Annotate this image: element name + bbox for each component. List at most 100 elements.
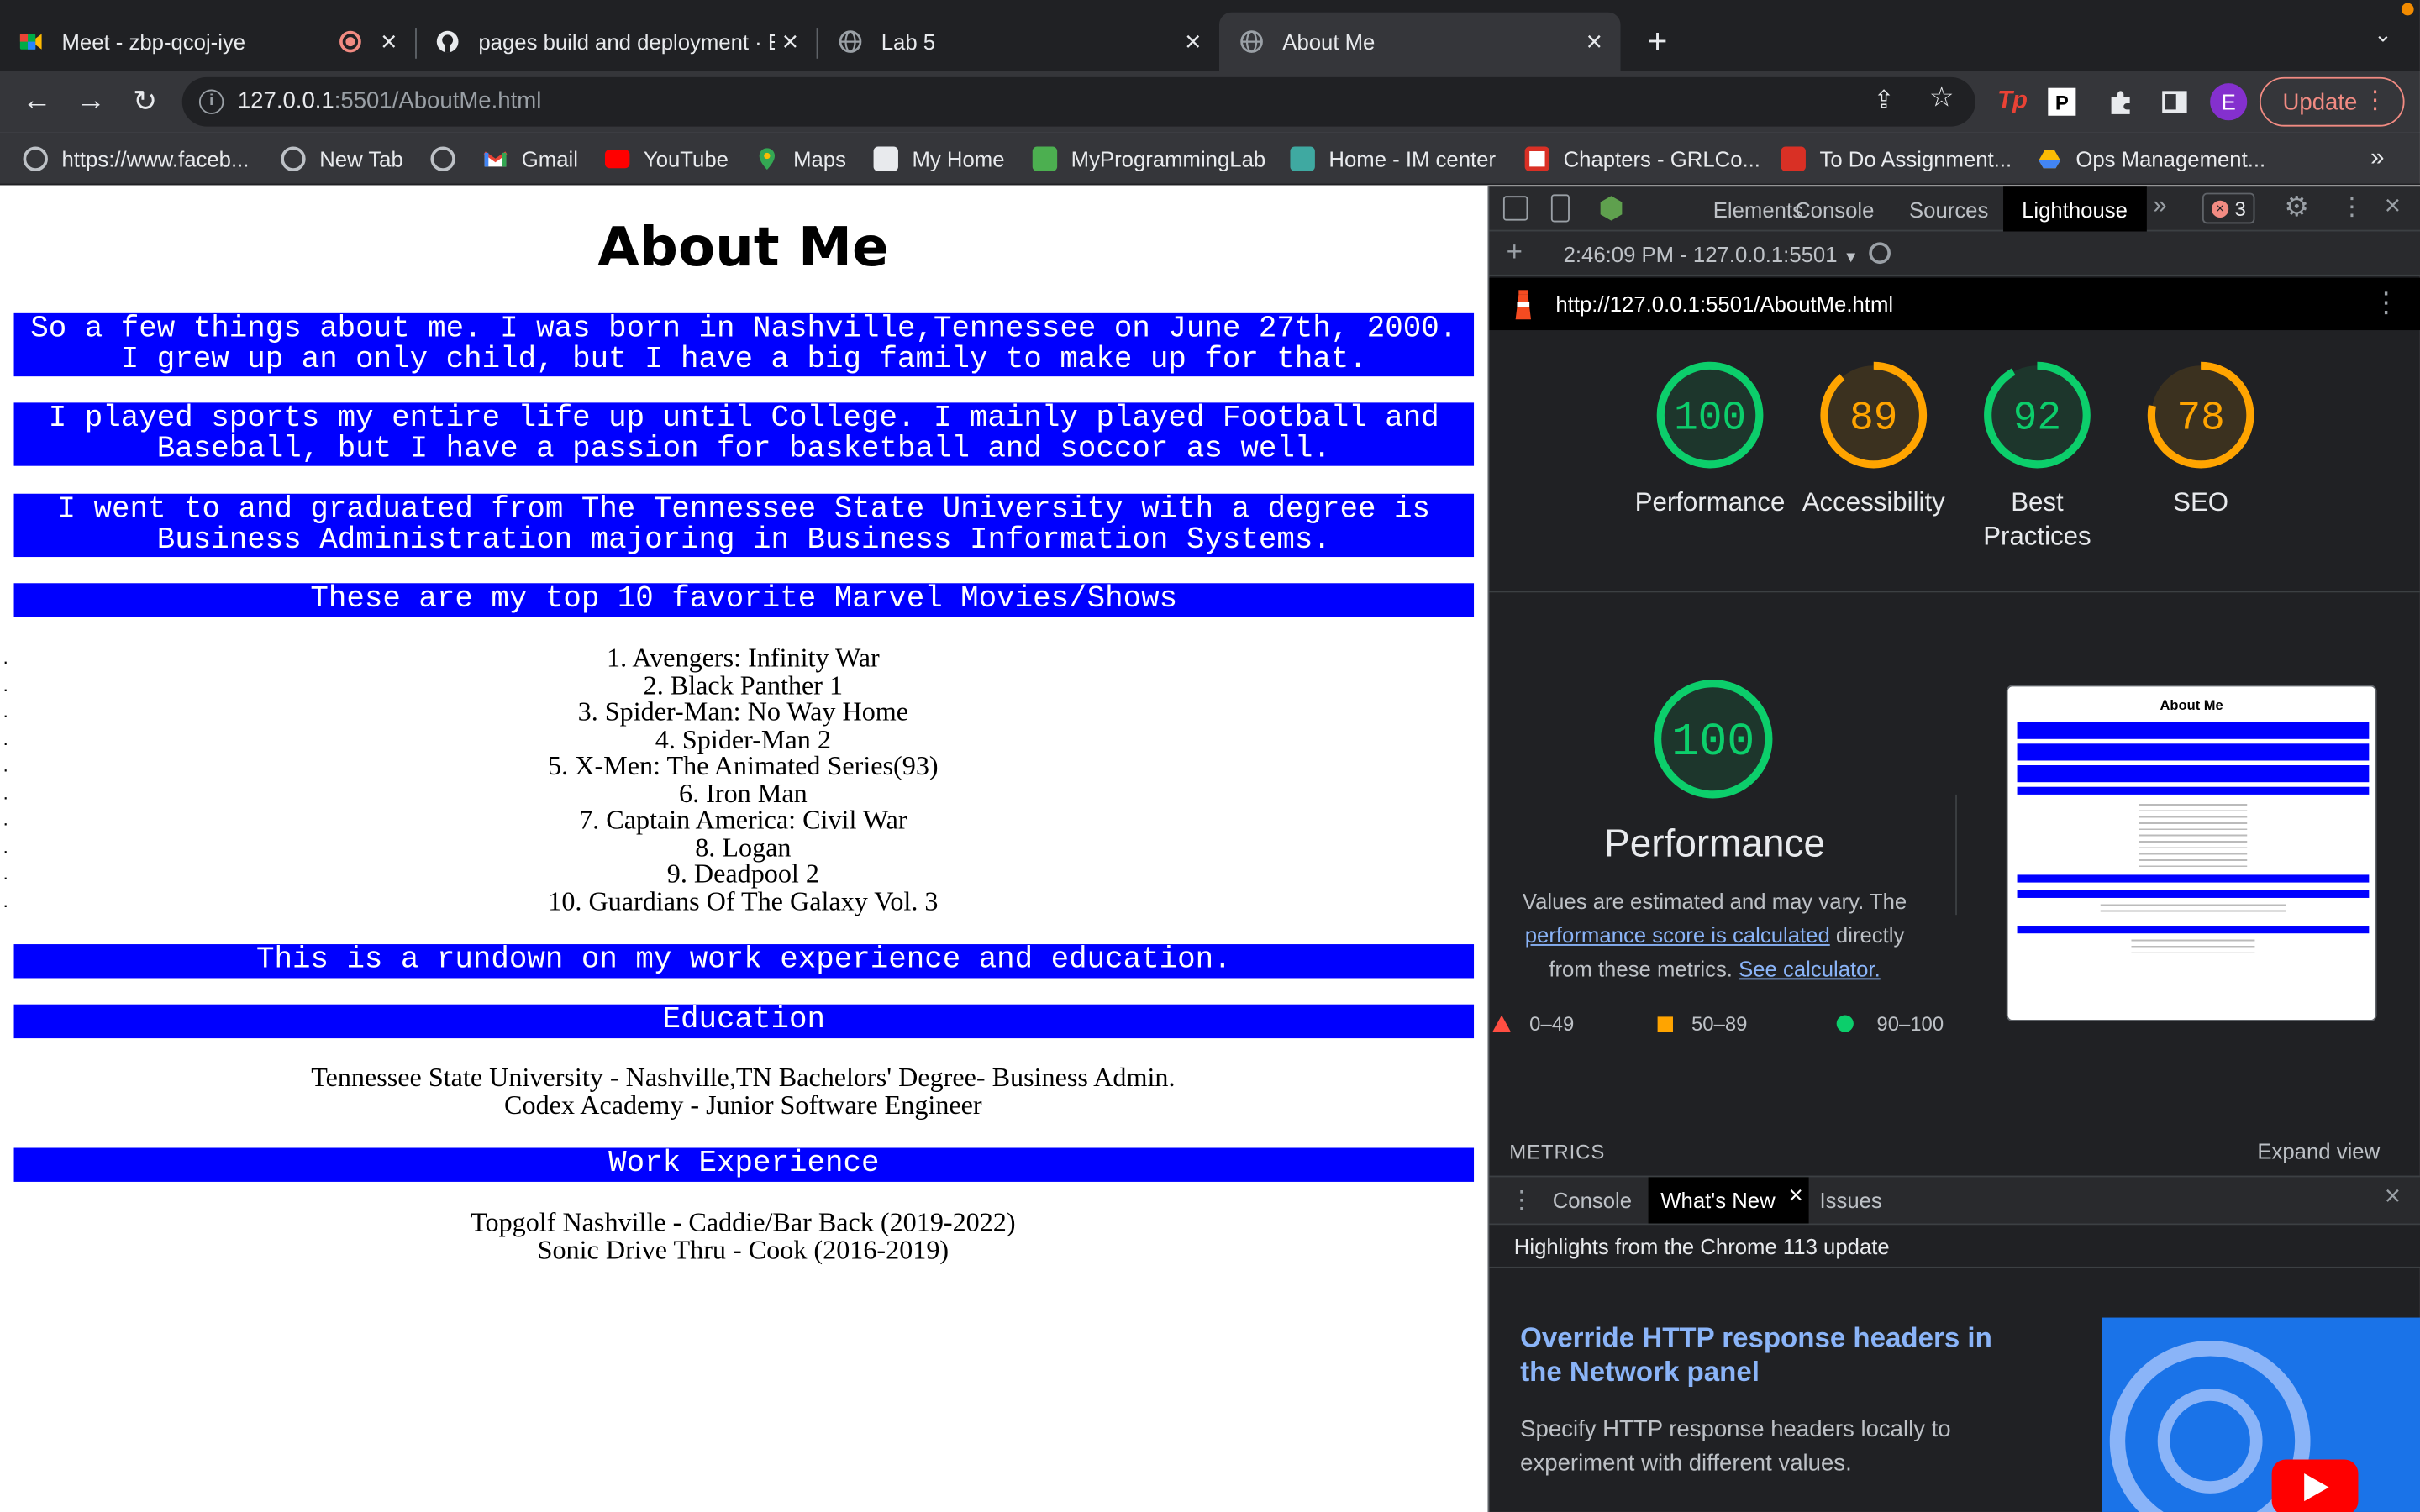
close-tab-icon[interactable]: × [373, 25, 404, 58]
list-item: 9. Deadpool 2 [666, 858, 819, 889]
side-panel-icon[interactable] [2156, 83, 2193, 120]
tab-about-me[interactable]: About Me × [1218, 12, 1621, 71]
bookmark-label: MyProgrammingLab [1071, 146, 1266, 171]
close-devtools-icon[interactable]: × [2385, 190, 2401, 223]
legend-average: 50–89 [1657, 1012, 1747, 1035]
report-menu-icon[interactable]: ⋮ [2372, 287, 2400, 320]
tab-meet[interactable]: Meet - zbp-qcoj-iye × [18, 13, 404, 71]
more-tabs-icon[interactable]: » [2153, 193, 2166, 221]
new-report-icon[interactable]: + [1507, 236, 1523, 269]
bookmark-untitled[interactable] [430, 144, 469, 175]
bookmark-chapters[interactable]: Chapters - GRLCo... [1524, 144, 1760, 175]
drawer-tab-label: What's New [1660, 1188, 1776, 1213]
bookmark-gmail[interactable]: Gmail [483, 144, 578, 175]
url-host: 127.0.0.1 [237, 87, 334, 114]
green-circle-icon [1836, 1015, 1854, 1032]
devtools-tab-console[interactable]: Console [1776, 186, 1892, 231]
drawer-tabbar: ⋮ Console What's New × Issues × [1489, 1175, 2420, 1226]
svg-text:100: 100 [1671, 716, 1754, 769]
report-select[interactable]: 2:46:09 PM - 127.0.0.1:5501 ▼ [1564, 242, 1859, 266]
inspect-element-icon[interactable] [1502, 196, 1528, 221]
tab-lab5[interactable]: Lab 5 × [838, 13, 1208, 71]
globe-icon [1239, 29, 1264, 54]
google-meet-icon [18, 29, 43, 54]
settings-gear-icon[interactable]: ⚙ [2284, 192, 2309, 224]
legend-fail: 0–49 [1492, 1012, 1574, 1035]
see-calculator-link[interactable]: See calculator. [1739, 957, 1881, 981]
close-tab-icon[interactable]: × [775, 25, 806, 58]
device-toolbar-icon[interactable] [1550, 194, 1570, 223]
drawer-tab-whats-new[interactable]: What's New × [1648, 1177, 1810, 1224]
whats-new-title-link[interactable]: Override HTTP response headers in the Ne… [1520, 1320, 1998, 1389]
bookmark-label: Ops Management... [2075, 146, 2266, 171]
devtools-menu-icon[interactable]: ⋮ [2339, 192, 2364, 223]
gauge-label: Performance [1634, 487, 1786, 517]
list-item: Codex Academy - Junior Software Engineer [504, 1088, 982, 1120]
error-badge[interactable]: × 3 [2202, 192, 2255, 224]
update-button[interactable]: Update ⋮ [2259, 76, 2405, 127]
new-tab-button[interactable]: + [1642, 22, 1673, 60]
share-icon[interactable]: ⇪ [1874, 85, 1895, 116]
lighthouse-icon [1509, 288, 1537, 322]
drive-icon [2037, 146, 2061, 171]
page-screenshot-thumbnail[interactable]: About Me [2006, 685, 2377, 1021]
report-url[interactable]: http://127.0.0.1:5501/AboutMe.html [1555, 291, 1893, 316]
back-arrow-icon[interactable]: ← [15, 81, 58, 123]
list-item: 7. Captain America: Civil War [579, 803, 908, 835]
close-tab-icon[interactable]: × [1177, 25, 1208, 58]
close-tab-icon[interactable]: × [1579, 25, 1610, 58]
devtools-tab-sources[interactable]: Sources [1891, 186, 2007, 231]
drawer-tab-issues[interactable]: Issues [1807, 1177, 1895, 1223]
gauge-best-practices[interactable]: 92 Best Practices [1955, 360, 2119, 554]
puzzle-extensions-icon[interactable] [2102, 83, 2139, 120]
svg-text:100: 100 [1674, 396, 1746, 442]
text-line: I went to and graduated from The Tenness… [57, 491, 1431, 527]
notification-dot [2401, 3, 2414, 16]
globe-icon [838, 29, 862, 54]
clear-reports-icon[interactable] [1869, 242, 1891, 265]
bookmark-label: New Tab [319, 146, 403, 171]
devtools-tab-lighthouse[interactable]: Lighthouse [2003, 186, 2146, 232]
legend-label: 90–100 [1876, 1011, 1944, 1036]
bookmark-facebook[interactable]: https://www.faceb... [23, 144, 249, 175]
whats-new-video-thumbnail[interactable] [2102, 1317, 2420, 1512]
score-calculated-link[interactable]: performance score is calculated [1525, 922, 1830, 947]
movies-heading: These are my top 10 favorite Marvel Movi… [13, 583, 1475, 617]
gauge-seo[interactable]: 78 SEO [2119, 360, 2283, 520]
bookmark-star-icon[interactable]: ☆ [1929, 81, 1954, 114]
update-label: Update [2282, 88, 2358, 115]
tab-github[interactable]: pages build and deployment · E × [435, 13, 806, 71]
tab-search-chevron-icon[interactable]: ⌄ [2367, 22, 2398, 59]
site-info-icon[interactable]: i [198, 89, 224, 114]
url-text[interactable]: 127.0.0.1:5501/AboutMe.html [238, 88, 541, 114]
tp-extension-icon[interactable]: Tp [1994, 83, 2031, 120]
more-bookmarks-icon[interactable]: » [2370, 144, 2384, 175]
bookmark-todo[interactable]: To Do Assignment... [1781, 144, 2012, 175]
myhome-icon [873, 146, 898, 171]
profile-avatar[interactable]: E [2210, 83, 2248, 121]
forward-arrow-icon[interactable]: → [70, 81, 113, 123]
bookmark-youtube[interactable]: YouTube [604, 144, 729, 175]
gauge-performance[interactable]: 100 Performance [1628, 360, 1792, 520]
bookmark-ops[interactable]: Ops Management... [2037, 144, 2265, 175]
mcgraw-icon [1781, 146, 1806, 171]
red-triangle-icon [1492, 1015, 1512, 1032]
bookmark-myprogramminglab[interactable]: MyProgrammingLab [1032, 144, 1266, 175]
bookmark-im-center[interactable]: Home - IM center [1290, 144, 1496, 175]
drawer-tab-console[interactable]: Console [1540, 1177, 1644, 1223]
drawer-menu-icon[interactable]: ⋮ [1509, 1185, 1534, 1216]
bookmark-my-home[interactable]: My Home [873, 144, 1005, 175]
list-item: 10. Guardians Of The Galaxy Vol. 3 [548, 885, 939, 916]
svg-text:92: 92 [2013, 396, 2061, 442]
bookmark-maps[interactable]: Maps [755, 144, 846, 175]
reload-icon[interactable]: ↻ [124, 81, 166, 123]
globe-icon [430, 146, 455, 171]
node-hex-icon[interactable] [1597, 194, 1625, 222]
address-bar[interactable]: i 127.0.0.1:5501/AboutMe.html ⇪ ☆ [182, 76, 1975, 127]
close-drawer-tab-icon[interactable]: × [1789, 1184, 1803, 1211]
bookmark-new-tab[interactable]: New Tab [281, 144, 403, 175]
expand-view-button[interactable]: Expand view [2257, 1138, 2380, 1163]
gauge-accessibility[interactable]: 89 Accessibility [1791, 360, 1955, 520]
close-drawer-icon[interactable]: × [2385, 1180, 2401, 1213]
p-extension-icon[interactable]: P [2048, 87, 2076, 116]
